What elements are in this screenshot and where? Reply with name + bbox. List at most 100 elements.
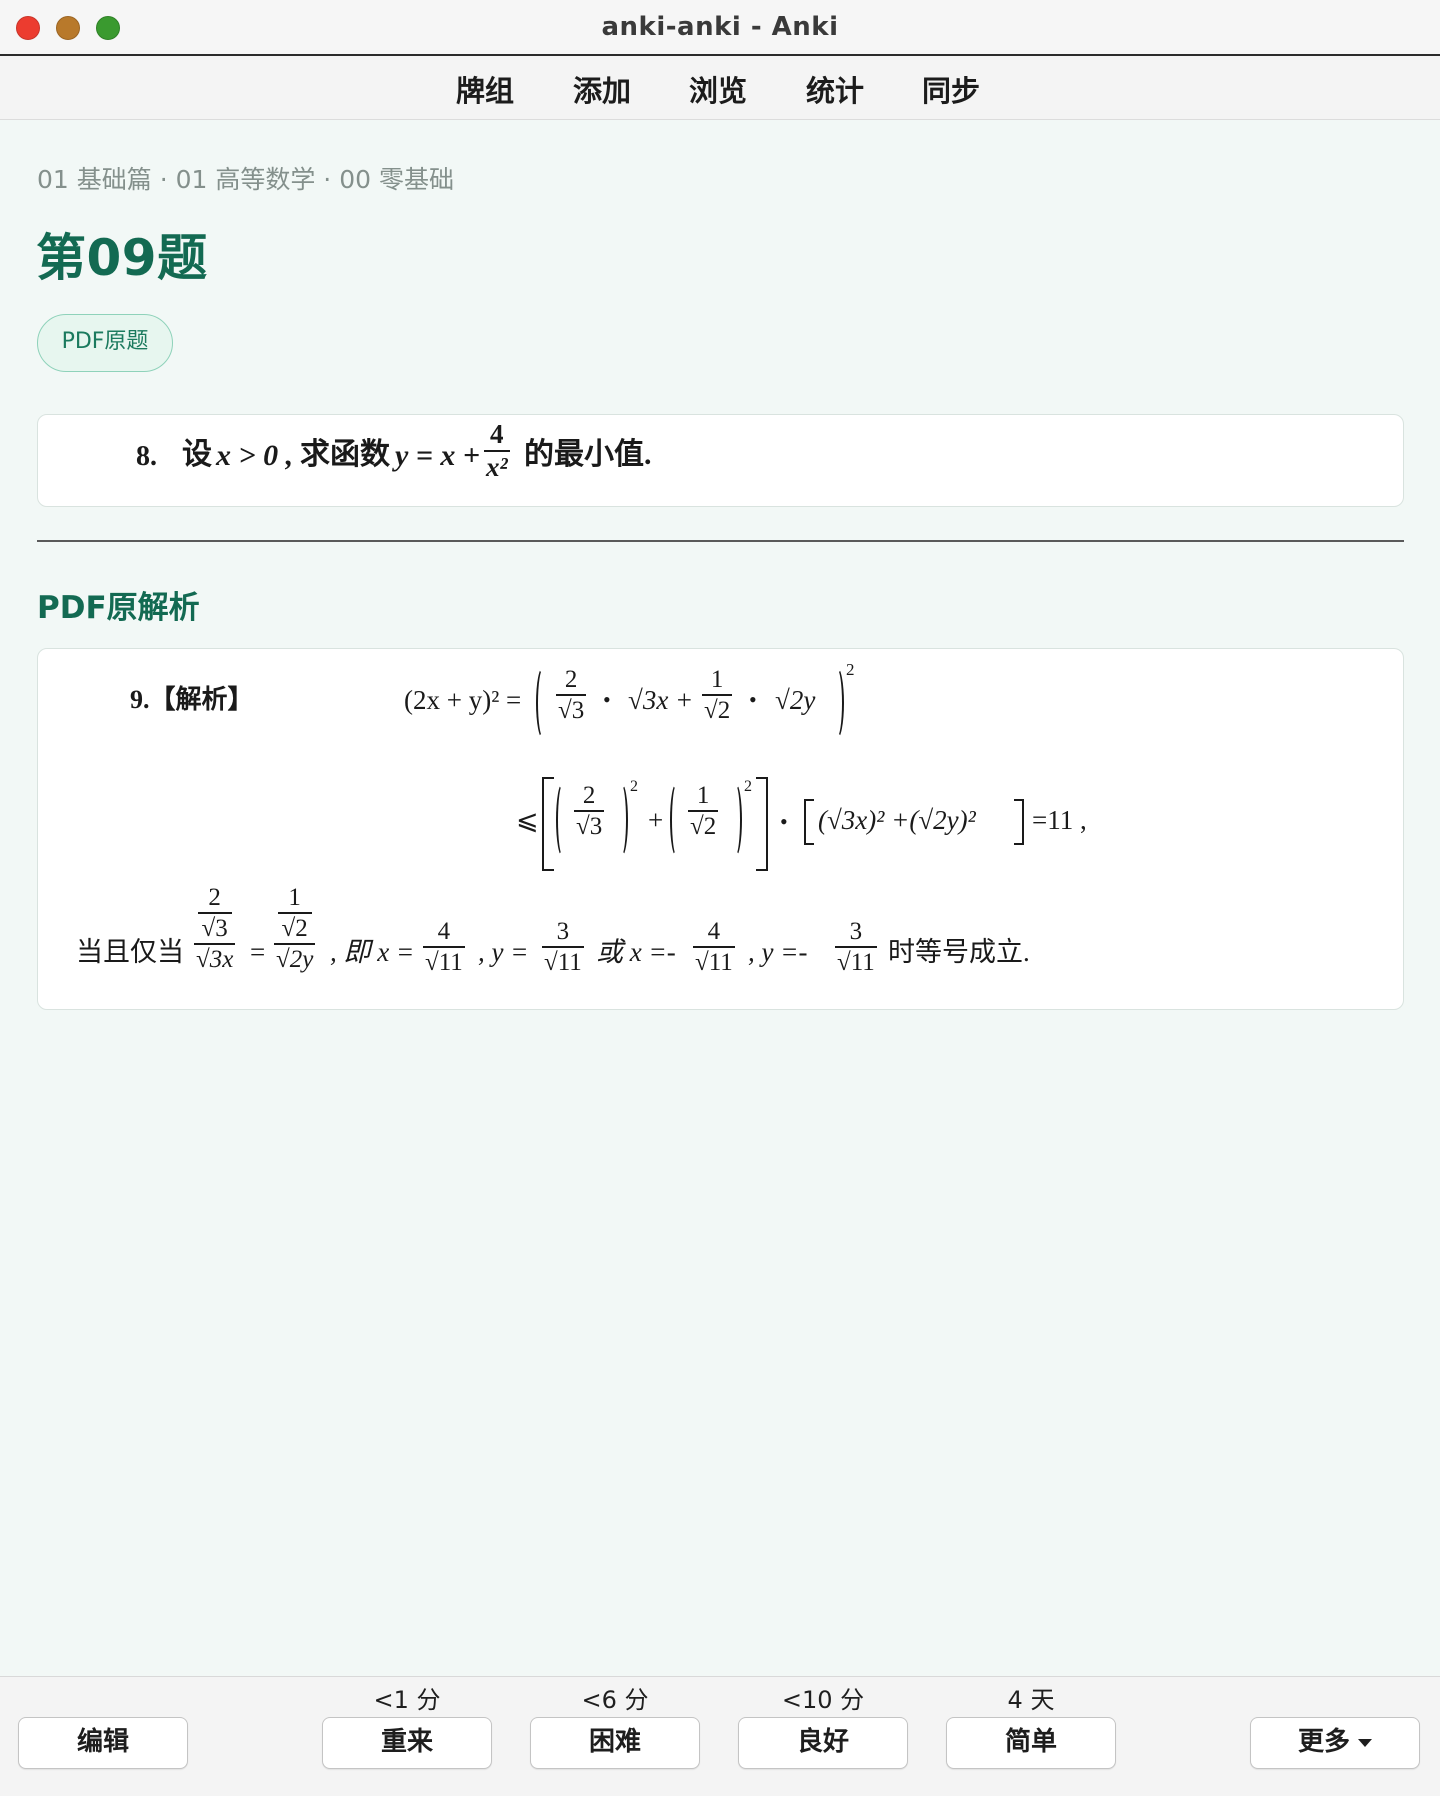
line2-right-bracket-2: [1014, 799, 1024, 845]
line2-fraction-1: 2 √3: [574, 782, 605, 840]
easy-button[interactable]: 简单: [946, 1717, 1116, 1769]
fraction-numerator: 3: [849, 918, 863, 945]
title-bar: anki-anki - Anki: [0, 0, 1440, 56]
compound-numerator: 1 √2: [276, 885, 314, 943]
main-toolbar: 牌组 添加 浏览 统计 同步: [0, 56, 1440, 120]
line1-lhs: (2x + y)² =: [404, 685, 522, 715]
fraction-numerator: 2: [582, 782, 596, 809]
question-box: 8. 设 x > 0 , 求函数 y = x + 4 x² 的最小值.: [37, 414, 1404, 507]
line1-exponent: 2: [846, 660, 855, 679]
line3-fraction-c: 4 √11: [693, 919, 735, 975]
question-fraction: 4 x²: [484, 421, 510, 481]
answer-bar: [0, 1676, 1440, 1796]
question-number: 8.: [136, 441, 157, 472]
line3-fraction-f: 2 √3 √3x: [194, 885, 236, 973]
more-button[interactable]: 更多: [1250, 1717, 1420, 1769]
line1-term-1: √3x +: [628, 685, 694, 715]
line3-eq: =: [250, 937, 266, 967]
line2-paren-1-right: [615, 783, 628, 857]
chevron-down-icon: [1358, 1738, 1372, 1747]
fraction-denominator: x²: [486, 452, 508, 482]
line1-dot-1: •: [603, 687, 611, 712]
hard-due: <6 分: [581, 1686, 649, 1714]
line2-exponent-1: 2: [630, 778, 638, 795]
line3-t1: , 即 x =: [330, 937, 415, 967]
line2-left-bracket: [542, 777, 554, 871]
line2-exponent-2: 2: [744, 778, 752, 795]
good-button[interactable]: 良好: [738, 1717, 908, 1769]
line2-dot: •: [780, 809, 788, 834]
line2-le: ⩽: [516, 805, 539, 835]
line1-dot-2: •: [749, 687, 757, 712]
toolbar-add[interactable]: 添加: [573, 68, 631, 110]
toolbar-browse[interactable]: 浏览: [689, 68, 747, 110]
line1-term-2: √2y: [775, 685, 816, 715]
fraction-denominator: √3: [558, 697, 585, 724]
line2-paren-2-right: [729, 783, 742, 857]
fraction-numerator: 4: [707, 918, 721, 945]
line3-fraction-g: 1 √2 √2y: [274, 885, 316, 973]
line3-fraction-d: 3 √11: [835, 919, 877, 975]
line1-left-paren: [536, 667, 550, 739]
more-button-label: 更多: [1297, 1727, 1350, 1757]
line2-left-bracket-2: [804, 799, 814, 845]
edit-button[interactable]: 编辑: [18, 1717, 188, 1769]
fraction-denominator: √2: [690, 813, 717, 840]
inner-denominator: √2: [281, 915, 308, 942]
line2-paren-1-left: [556, 783, 569, 857]
toolbar-sync[interactable]: 同步: [922, 68, 980, 110]
line1-right-paren: [830, 667, 844, 739]
line2-inner: (√3x)² +(√2y)²: [818, 805, 976, 835]
inner-bar: [277, 912, 312, 914]
fraction-numerator: 2: [564, 666, 578, 693]
line3-post: 时等号成立.: [888, 937, 1030, 967]
fraction-numerator: 1: [696, 782, 710, 809]
inner-numerator: 2: [208, 884, 221, 911]
line2-paren-2-left: [670, 783, 683, 857]
anki-window: anki-anki - Anki 牌组 添加 浏览 统计 同步 01 基础篇 ·…: [0, 0, 1440, 1796]
line2-right-bracket: [756, 777, 768, 871]
line3-t3: 或 x =-: [596, 937, 676, 967]
line3-t2: , y =: [478, 937, 529, 967]
line1-fraction-2: 1 √2: [702, 666, 733, 724]
line3-fraction-a: 4 √11: [423, 919, 465, 975]
question-text-post: 的最小值.: [524, 438, 652, 471]
good-due: <10 分: [781, 1686, 865, 1714]
easy-due: 4 天: [1007, 1686, 1055, 1714]
question-title: 第09题: [36, 229, 208, 287]
again-button[interactable]: 重来: [322, 1717, 492, 1769]
hard-button[interactable]: 困难: [530, 1717, 700, 1769]
inner-denominator: √3: [201, 915, 228, 942]
analysis-box: 9.【解析】 (2x + y)² = 2 √3 • √3x + 1 √2 • √…: [37, 648, 1404, 1010]
fraction-numerator: 4: [437, 918, 451, 945]
deck-breadcrumb: 01 基础篇 · 01 高等数学 · 00 零基础: [37, 165, 454, 194]
line3-t4: , y =-: [748, 937, 808, 967]
fraction-numerator: 3: [556, 918, 570, 945]
inner-bar: [197, 912, 232, 914]
line2-result: =11 ,: [1032, 805, 1087, 835]
analysis-label: 9.【解析】: [130, 685, 254, 714]
question-expr: y = x +: [395, 439, 481, 472]
fraction-numerator: 4: [490, 419, 504, 449]
fraction-denominator: √2: [704, 697, 731, 724]
fraction-denominator: √2y: [276, 946, 314, 973]
fraction-denominator: √3x: [196, 946, 234, 973]
fraction-denominator: √11: [837, 949, 875, 976]
fraction-denominator: √11: [544, 949, 582, 976]
answer-divider: [37, 540, 1404, 542]
line1-fraction-1: 2 √3: [556, 666, 587, 724]
toolbar-stats[interactable]: 统计: [806, 68, 864, 110]
analysis-heading: PDF原解析: [37, 590, 200, 626]
toolbar-decks[interactable]: 牌组: [456, 68, 514, 110]
question-condition: x > 0 ,: [216, 439, 294, 472]
inner-numerator: 1: [288, 884, 301, 911]
pdf-question-button[interactable]: PDF原题: [37, 314, 173, 372]
line2-plus: +: [648, 805, 664, 835]
window-title: anki-anki - Anki: [601, 12, 839, 42]
fraction-numerator: 1: [710, 666, 724, 693]
line2-fraction-2: 1 √2: [688, 782, 719, 840]
question-text-pre: 设: [182, 438, 212, 471]
fraction-denominator: √3: [576, 813, 603, 840]
compound-numerator: 2 √3: [196, 885, 234, 943]
fraction-denominator: √11: [695, 949, 733, 976]
